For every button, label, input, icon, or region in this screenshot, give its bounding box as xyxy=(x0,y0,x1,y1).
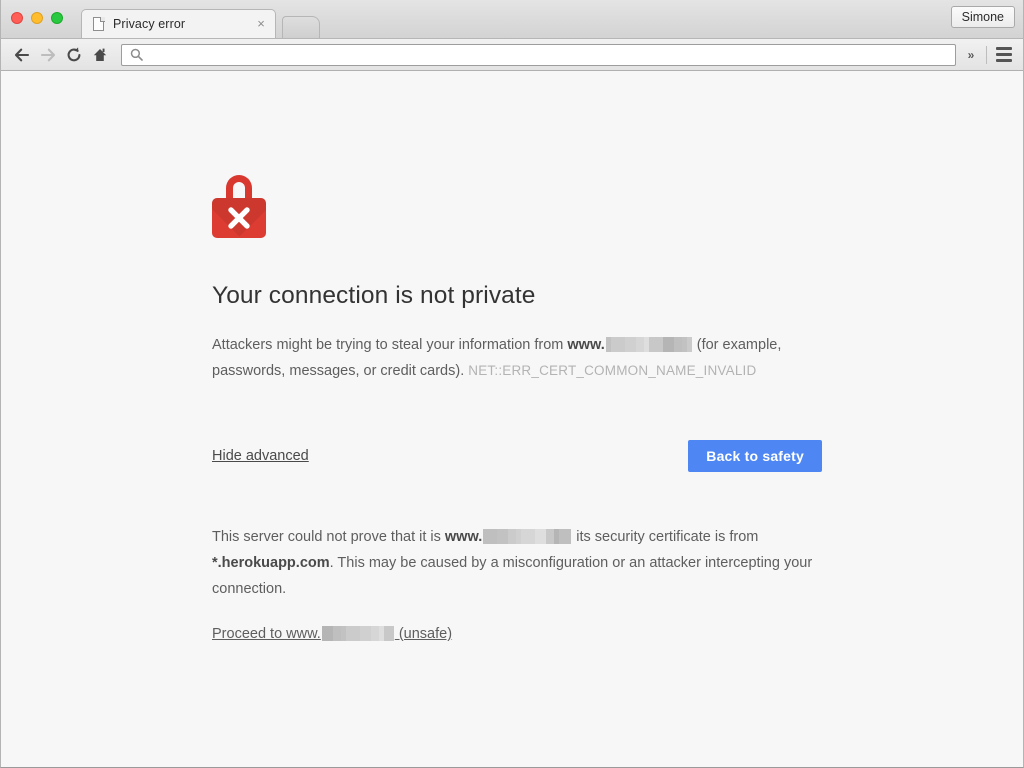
toolbar-overflow-button[interactable]: » xyxy=(962,48,980,62)
page-content: Your connection is not private Attackers… xyxy=(1,71,1023,767)
advanced-domain-bold: www. xyxy=(444,529,483,545)
interstitial-description: Attackers might be trying to steal your … xyxy=(212,332,822,384)
advanced-details: This server could not prove that it is w… xyxy=(212,524,822,643)
back-arrow-icon[interactable] xyxy=(9,42,35,68)
minimize-window-button[interactable] xyxy=(31,12,43,24)
ssl-interstitial: Your connection is not private Attackers… xyxy=(212,175,822,643)
redacted-domain xyxy=(605,337,692,352)
home-icon[interactable] xyxy=(87,42,113,68)
search-icon xyxy=(130,48,144,61)
certificate-domain: *.herokuapp.com xyxy=(212,555,330,571)
tab-title: Privacy error xyxy=(113,17,186,31)
advanced-prefix: This server could not prove that it is xyxy=(212,529,445,545)
address-bar[interactable] xyxy=(121,43,956,66)
tab-strip: Privacy error × Simone xyxy=(1,0,1023,39)
tab-privacy-error[interactable]: Privacy error × xyxy=(81,9,276,38)
tab-list: Privacy error × xyxy=(81,9,320,38)
new-tab-button[interactable] xyxy=(282,16,320,38)
forward-arrow-icon xyxy=(35,42,61,68)
lock-error-icon xyxy=(212,175,266,238)
redacted-domain-proceed xyxy=(321,626,394,641)
back-to-safety-button[interactable]: Back to safety xyxy=(688,440,822,472)
advanced-middle: its security certificate is from xyxy=(572,529,759,545)
close-window-button[interactable] xyxy=(11,12,23,24)
advanced-description: This server could not prove that it is w… xyxy=(212,524,822,602)
proceed-prefix: Proceed to www. xyxy=(212,626,321,642)
hamburger-menu-icon[interactable] xyxy=(993,44,1015,66)
zoom-window-button[interactable] xyxy=(51,12,63,24)
proceed-suffix: (unsafe) xyxy=(394,626,453,642)
redacted-domain-advanced xyxy=(483,529,572,544)
page-icon xyxy=(92,16,106,32)
interstitial-actions: Hide advanced Back to safety xyxy=(212,440,822,472)
hide-advanced-button[interactable]: Hide advanced xyxy=(212,448,309,464)
window-controls xyxy=(11,12,63,24)
page-title: Your connection is not private xyxy=(212,282,536,309)
browser-window: Privacy error × Simone » Your connection… xyxy=(0,0,1024,768)
toolbar-divider xyxy=(986,45,987,64)
reload-icon[interactable] xyxy=(61,42,87,68)
proceed-unsafe-link[interactable]: Proceed to www. (unsafe) xyxy=(212,626,452,642)
browser-toolbar: » xyxy=(1,39,1023,71)
error-code: NET::ERR_CERT_COMMON_NAME_INVALID xyxy=(468,363,757,378)
description-prefix: Attackers might be trying to steal your … xyxy=(212,337,568,353)
domain-bold-prefix: www. xyxy=(567,337,605,353)
address-input[interactable] xyxy=(150,47,947,62)
profile-button[interactable]: Simone xyxy=(950,6,1015,28)
close-tab-icon[interactable]: × xyxy=(253,16,269,32)
